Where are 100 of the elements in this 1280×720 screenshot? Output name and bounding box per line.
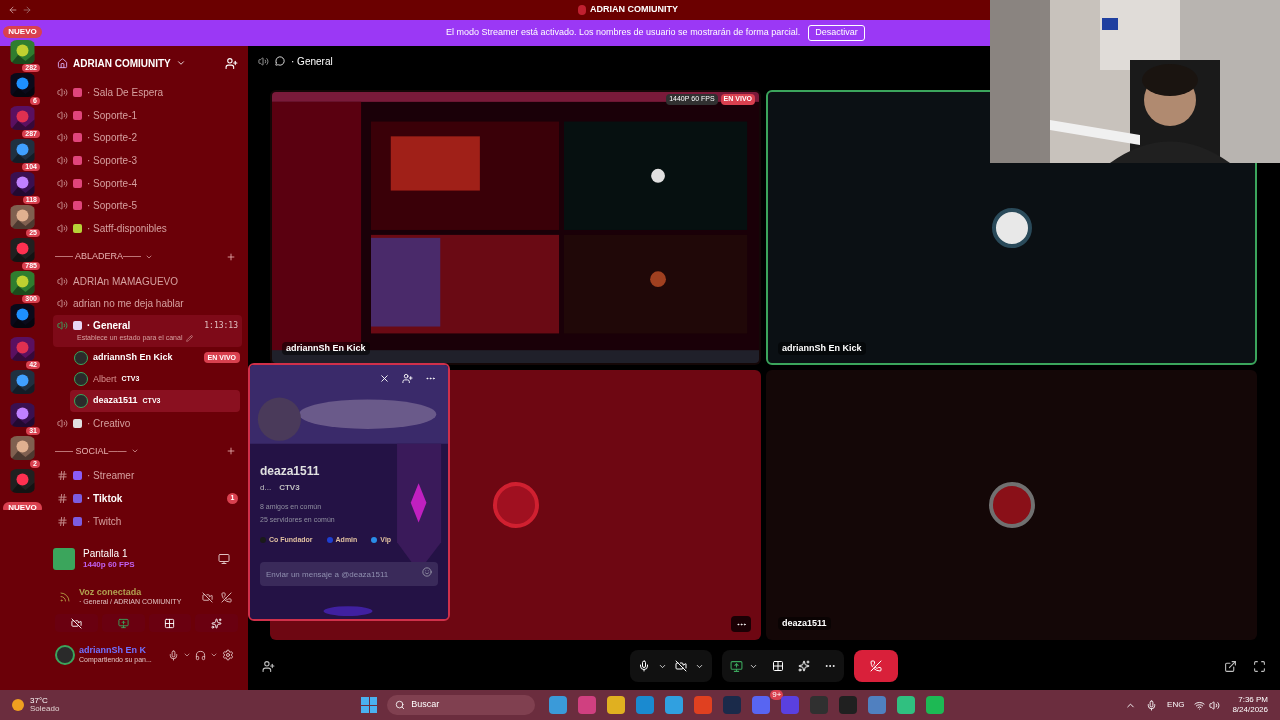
screen-preview-icon bbox=[53, 548, 75, 570]
video-tile[interactable]: deaza1511 bbox=[766, 370, 1257, 640]
taskbar-app-icon[interactable] bbox=[636, 696, 655, 714]
activities-icon bbox=[164, 617, 176, 629]
popout-icon[interactable] bbox=[1224, 659, 1237, 673]
profile-username: deaza1511 bbox=[260, 463, 321, 480]
taskbar-app-icon[interactable] bbox=[607, 696, 626, 714]
new-badge[interactable]: NUEVO bbox=[3, 502, 42, 510]
user-avatar bbox=[74, 350, 88, 365]
soundboard-icon bbox=[211, 617, 223, 629]
voice-status[interactable]: Voz conectada bbox=[79, 587, 182, 599]
user-tag: CTV3 bbox=[279, 482, 300, 494]
taskbar-search[interactable]: Buscar bbox=[387, 695, 536, 715]
speaker-icon bbox=[57, 132, 68, 144]
taskbar-app-icon[interactable] bbox=[549, 696, 568, 714]
speaker-icon bbox=[57, 298, 68, 310]
weather-label[interactable]: Soleado bbox=[30, 705, 60, 713]
add-channel-icon[interactable] bbox=[226, 446, 236, 457]
mic-icon[interactable] bbox=[638, 660, 650, 672]
voice-channel[interactable]: · Soporte-5 bbox=[53, 194, 242, 218]
user-avatar bbox=[74, 393, 88, 408]
category-label[interactable]: —— SOCIAL—— bbox=[55, 444, 127, 459]
language-indicator[interactable]: ENG bbox=[1167, 699, 1185, 711]
taskbar-app-icon[interactable] bbox=[897, 696, 916, 714]
channel-name: · Soporte-4 bbox=[87, 176, 138, 191]
deactivate-button[interactable]: Desactivar bbox=[808, 25, 865, 41]
more-button[interactable] bbox=[731, 616, 751, 632]
speaker-icon bbox=[258, 55, 269, 67]
soundboard-button[interactable] bbox=[195, 614, 238, 632]
emoji-icon[interactable] bbox=[422, 566, 432, 577]
invite-icon[interactable] bbox=[225, 56, 238, 70]
voice-channel[interactable]: · Soporte-1 bbox=[53, 103, 242, 127]
disconnect-icon[interactable] bbox=[221, 591, 232, 603]
message-field[interactable]: Enviar un mensaje a @deaza1511 bbox=[260, 562, 438, 586]
voice-channel[interactable]: · Satff-disponibles bbox=[53, 217, 242, 240]
close-icon[interactable] bbox=[379, 373, 390, 384]
channel-name: ADRIAn MAMAGUEVO bbox=[73, 274, 179, 289]
back-icon[interactable] bbox=[8, 5, 18, 15]
chevron-icon[interactable] bbox=[183, 651, 191, 659]
clock-time[interactable]: 7:36 PM bbox=[1238, 695, 1268, 705]
new-badge[interactable]: NUEVO bbox=[3, 26, 42, 38]
edit-icon[interactable] bbox=[186, 335, 194, 343]
stream-quality: 1440p 60 FPS bbox=[83, 560, 135, 571]
notification-badge: 9+ bbox=[770, 690, 784, 700]
user-avatar bbox=[492, 482, 539, 528]
category-label[interactable]: —— ABLADERA—— bbox=[55, 250, 142, 264]
volume-icon[interactable] bbox=[1209, 699, 1221, 711]
stream-title: Pantalla 1 bbox=[83, 547, 129, 561]
add-channel-icon[interactable] bbox=[226, 251, 236, 262]
channel-name: · Satff-disponibles bbox=[87, 221, 167, 236]
network-icon[interactable] bbox=[1194, 699, 1206, 711]
voice-channel[interactable]: · Soporte-3 bbox=[53, 149, 242, 172]
channel-name: · Sala De Espera bbox=[87, 85, 164, 100]
chevron-icon[interactable] bbox=[175, 58, 186, 68]
clock-date[interactable]: 8/24/2026 bbox=[1232, 705, 1268, 715]
text-channel[interactable]: · Twitch bbox=[53, 509, 242, 533]
mic-icon[interactable] bbox=[1146, 699, 1158, 711]
channel-name: adrian no me deja hablar bbox=[73, 297, 184, 312]
hang-up-button[interactable] bbox=[854, 650, 898, 682]
chat-icon bbox=[275, 56, 285, 66]
window-title: ADRIAN COMIUNITY bbox=[590, 3, 678, 17]
voice-channel[interactable]: · Soporte-2 bbox=[53, 126, 242, 150]
taskbar-app-icon[interactable] bbox=[926, 696, 945, 714]
voice-channel[interactable]: adrian no me deja hablar bbox=[53, 292, 242, 316]
user-name: deaza1511 bbox=[93, 394, 138, 408]
taskbar-app-icon[interactable] bbox=[665, 696, 684, 714]
server-name[interactable]: ADRIAN COMIUNITY bbox=[73, 55, 171, 71]
camera-off-icon[interactable] bbox=[675, 660, 687, 672]
headphones-icon[interactable] bbox=[195, 649, 206, 661]
voice-channel[interactable]: · Sala De Espera bbox=[53, 81, 242, 104]
hash-icon bbox=[57, 492, 68, 504]
activities-icon[interactable] bbox=[772, 660, 784, 672]
hang-up-icon bbox=[870, 660, 882, 672]
user-avatar[interactable] bbox=[55, 645, 75, 665]
user-avatar bbox=[988, 482, 1035, 528]
add-friend-icon[interactable] bbox=[402, 373, 413, 384]
soundboard-icon[interactable] bbox=[798, 660, 810, 672]
camera-button[interactable] bbox=[55, 614, 98, 632]
signal-icon[interactable] bbox=[59, 591, 71, 603]
fullscreen-icon[interactable] bbox=[1253, 659, 1266, 673]
stop-stream-icon[interactable] bbox=[218, 553, 230, 565]
hash-icon bbox=[57, 470, 68, 482]
temperature[interactable]: 37°C bbox=[30, 697, 60, 705]
settings-icon[interactable] bbox=[222, 649, 234, 661]
channel-name: · Creativo bbox=[87, 416, 131, 431]
screen-share-icon[interactable] bbox=[730, 659, 743, 673]
text-channel[interactable]: · Streamer bbox=[53, 464, 242, 488]
speaker-icon bbox=[57, 417, 68, 429]
speaker-icon bbox=[57, 320, 68, 332]
voice-channel[interactable]: · Creativo bbox=[53, 411, 242, 435]
voice-channel[interactable]: ADRIAn MAMAGUEVO bbox=[53, 269, 242, 293]
search-icon bbox=[395, 700, 406, 710]
taskbar-app-icon[interactable] bbox=[868, 696, 887, 714]
channel-name: · Soporte-5 bbox=[87, 199, 138, 214]
start-icon[interactable] bbox=[361, 697, 378, 713]
activities-button[interactable] bbox=[148, 614, 192, 632]
voice-channel[interactable]: · Soporte-4 bbox=[53, 171, 242, 195]
invite-icon[interactable] bbox=[262, 659, 275, 673]
chevron-icon[interactable] bbox=[210, 651, 218, 659]
user-name: Albert bbox=[93, 372, 117, 386]
